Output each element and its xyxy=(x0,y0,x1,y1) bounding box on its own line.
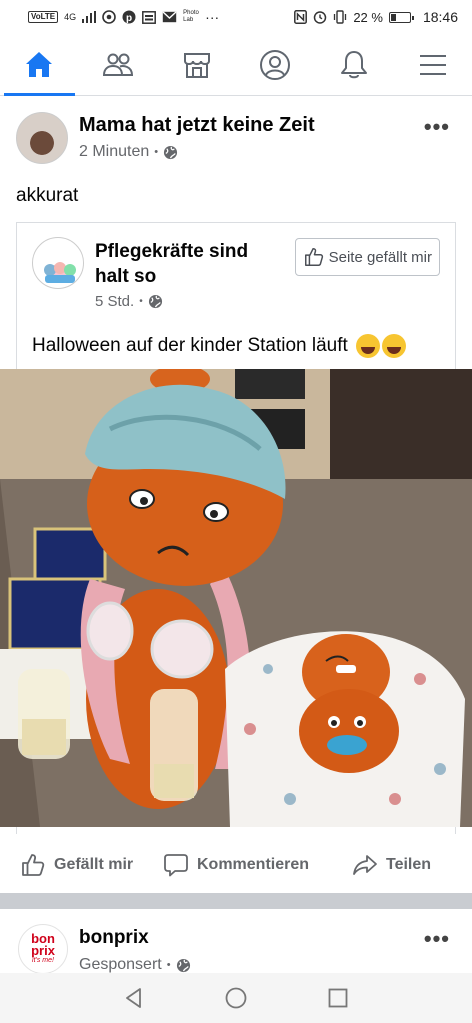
more-notifications-indicator: ··· xyxy=(205,9,220,25)
meta-separator: • xyxy=(139,296,143,307)
share-button[interactable]: Teilen xyxy=(352,852,431,878)
comment-label: Kommentieren xyxy=(197,856,310,873)
sponsor-meta: Gesponsert • xyxy=(79,956,191,974)
bonprix-logo-text: bon prix xyxy=(31,931,55,958)
home-circle-icon[interactable] xyxy=(224,986,248,1010)
post-author[interactable]: Mama hat jetzt keine Zeit xyxy=(79,114,315,137)
sponsored-post-header: bon prix it's me! bonprix Gesponsert • •… xyxy=(0,918,472,978)
globe-icon xyxy=(148,294,162,309)
system-navigation-bar xyxy=(0,973,472,1023)
page-logo-icon xyxy=(44,262,76,283)
nav-home[interactable] xyxy=(0,34,79,96)
home-icon xyxy=(26,51,53,77)
volte-indicator: VoLTE xyxy=(28,11,59,23)
post-header: Mama hat jetzt keine Zeit 2 Minuten • ••… xyxy=(0,108,472,168)
post-photo[interactable] xyxy=(0,369,472,827)
pinterest-icon: p xyxy=(122,10,136,24)
post-actions: Gefällt mir Kommentieren Teilen xyxy=(0,840,472,890)
author-avatar[interactable] xyxy=(16,112,68,164)
chrome-icon xyxy=(102,10,116,24)
laughing-emoji-icon xyxy=(355,334,380,358)
status-bar: VoLTE 4G p Photo Lab ··· 22 % 18:46 xyxy=(0,0,472,34)
hamburger-menu-icon xyxy=(419,54,446,75)
alarm-icon xyxy=(314,11,327,24)
share-arrow-icon xyxy=(353,855,377,875)
thumbs-up-icon xyxy=(22,854,45,876)
profile-icon xyxy=(260,49,291,80)
bonprix-logo-sub: it's me! xyxy=(32,957,54,964)
shared-post-time[interactable]: 5 Std. xyxy=(95,293,134,310)
friends-icon xyxy=(102,53,134,76)
post-time[interactable]: 2 Minuten xyxy=(79,143,149,161)
post-meta: 2 Minuten • xyxy=(79,143,178,161)
sponsor-name[interactable]: bonprix xyxy=(79,927,149,949)
page-avatar[interactable] xyxy=(32,237,84,289)
status-right: 22 % 18:46 xyxy=(294,9,458,25)
bonprix-avatar[interactable]: bon prix it's me! xyxy=(18,924,68,974)
top-navigation xyxy=(0,34,472,96)
gallery-icon xyxy=(142,10,157,24)
clock: 18:46 xyxy=(422,9,458,25)
shared-post-meta: 5 Std. • xyxy=(95,293,163,310)
shared-page-name[interactable]: Pflegekräfte sind halt so xyxy=(95,239,285,289)
battery-percent: 22 % xyxy=(353,9,383,25)
mail-icon xyxy=(162,11,177,23)
comment-icon xyxy=(164,854,188,877)
like-label: Gefällt mir xyxy=(54,856,134,873)
shared-post-text: Halloween auf der kinder Station läuft xyxy=(32,335,348,356)
signal-icon xyxy=(82,11,97,23)
sponsored-label[interactable]: Gesponsert xyxy=(79,956,162,974)
post-text: akkurat xyxy=(16,185,79,206)
nav-profile[interactable] xyxy=(236,34,315,95)
feed-divider xyxy=(0,893,472,909)
status-left: VoLTE 4G p Photo Lab ··· xyxy=(28,9,219,25)
back-icon[interactable] xyxy=(122,986,146,1010)
like-page-button[interactable]: Seite gefällt mir xyxy=(294,238,440,276)
comment-button[interactable]: Kommentieren xyxy=(163,852,309,878)
bell-icon xyxy=(341,50,368,78)
nfc-icon xyxy=(294,10,308,24)
vibrate-icon xyxy=(334,10,347,24)
thumbs-up-icon xyxy=(304,248,323,266)
recents-icon[interactable] xyxy=(326,986,350,1010)
network-indicator: 4G xyxy=(64,12,77,22)
like-button[interactable]: Gefällt mir xyxy=(20,852,133,878)
meta-separator: • xyxy=(154,146,159,158)
sponsored-more-button[interactable]: ••• xyxy=(424,926,450,952)
nav-marketplace[interactable] xyxy=(157,34,236,95)
share-label: Teilen xyxy=(386,856,432,873)
globe-icon xyxy=(164,145,178,159)
nav-friends[interactable] xyxy=(79,34,158,95)
nav-menu[interactable] xyxy=(393,34,472,95)
meta-separator: • xyxy=(166,959,171,971)
laughing-emoji-icon xyxy=(381,334,406,358)
photo-lab-indicator: Photo Lab xyxy=(183,10,199,23)
battery-icon xyxy=(388,11,414,23)
shared-post-text-row: Halloween auf der kinder Station läuft xyxy=(32,334,406,358)
globe-icon xyxy=(176,958,190,972)
post-more-button[interactable]: ••• xyxy=(424,114,450,140)
nav-notifications[interactable] xyxy=(315,34,394,95)
like-page-label: Seite gefällt mir xyxy=(328,248,432,266)
svg-text:p: p xyxy=(126,13,132,24)
halloween-pumpkins-photo xyxy=(0,369,472,827)
marketplace-icon xyxy=(183,52,210,78)
